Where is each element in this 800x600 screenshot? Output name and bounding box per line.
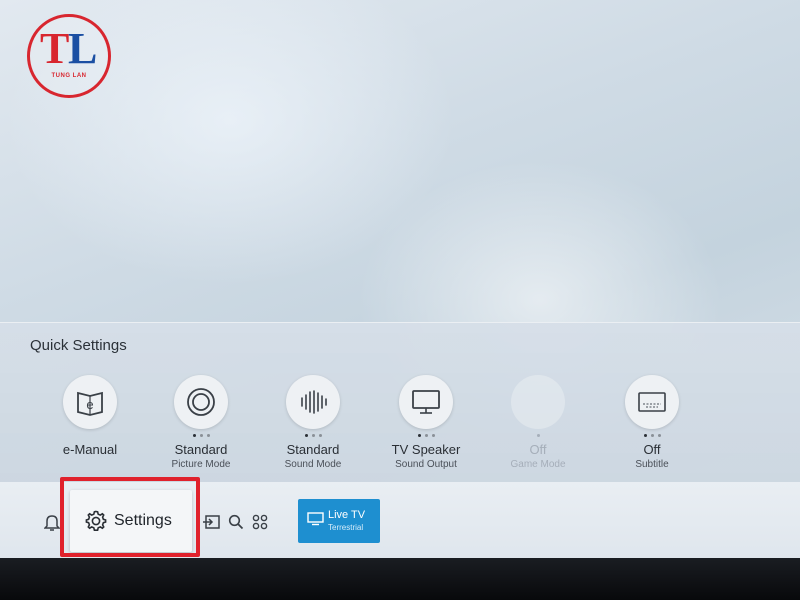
live-tv-tile[interactable]: Live TV Terrestrial	[298, 499, 380, 543]
quick-setting-e-manual[interactable]: e e-Manual	[35, 375, 145, 458]
logo-letter-t: T	[40, 24, 70, 73]
quick-setting-sound-output[interactable]: TV Speaker Sound Output	[371, 375, 481, 471]
quick-settings-title: Quick Settings	[30, 337, 127, 354]
option-dot	[192, 434, 196, 437]
quick-setting-sub: Sound Output	[395, 459, 457, 470]
logo-letter-l: L	[68, 24, 98, 73]
book-icon: e	[63, 375, 117, 429]
quick-setting-sub: Sound Mode	[284, 459, 342, 470]
option-dot	[536, 434, 540, 437]
quick-setting-sub: Game Mode	[510, 459, 566, 470]
quick-setting-subtitle[interactable]: Off Subtitle	[597, 375, 707, 471]
quick-setting-picture-mode[interactable]: Standard Picture Mode	[146, 375, 256, 471]
quick-settings-panel: Quick Settings e e-Manual Standard Pictu…	[0, 322, 800, 483]
option-dots	[371, 434, 481, 440]
option-dot	[304, 434, 308, 437]
option-dot	[417, 434, 421, 437]
quick-setting-sub: Subtitle	[635, 459, 669, 470]
option-dot	[318, 434, 322, 437]
quick-setting-label: Standard	[286, 442, 340, 457]
tv-icon	[307, 512, 324, 526]
quick-setting-label: e-Manual	[62, 442, 118, 457]
quick-setting-label: Off	[643, 442, 661, 457]
option-dot	[206, 434, 210, 437]
live-tv-sub: Terrestrial	[328, 523, 364, 532]
option-dots	[483, 434, 593, 440]
quick-setting-game-mode: Off Game Mode	[483, 375, 593, 471]
quick-setting-label: Standard	[174, 442, 228, 457]
live-tv-title: Live TV	[328, 509, 366, 521]
settings-highlight-box	[60, 477, 200, 557]
svg-text:e: e	[86, 397, 93, 412]
option-dot	[650, 434, 654, 437]
tv-speaker-icon	[399, 375, 453, 429]
option-dot	[199, 434, 203, 437]
subtitle-icon	[625, 375, 679, 429]
apps-icon[interactable]	[250, 512, 270, 532]
tv-screen: T L TUNG LAN Quick Settings e e-Manual S…	[0, 0, 800, 560]
option-dots	[258, 434, 368, 440]
notification-bell-icon[interactable]	[42, 512, 62, 532]
option-dot	[643, 434, 647, 437]
picture-mode-icon	[174, 375, 228, 429]
quick-setting-label: Off	[529, 442, 547, 457]
quick-setting-sound-mode[interactable]: Standard Sound Mode	[258, 375, 368, 471]
quick-setting-sub: Picture Mode	[171, 459, 231, 470]
logo-text: TUNG LAN	[51, 73, 87, 79]
option-dot	[657, 434, 661, 437]
tv-bezel	[0, 558, 800, 600]
search-icon[interactable]	[226, 512, 246, 532]
source-icon[interactable]	[201, 512, 221, 532]
option-dot	[311, 434, 315, 437]
game-mode-icon	[511, 375, 565, 429]
option-dot	[424, 434, 428, 437]
option-dots	[35, 434, 145, 440]
quick-setting-label: TV Speaker	[391, 442, 461, 457]
option-dots	[597, 434, 707, 440]
option-dot	[431, 434, 435, 437]
brand-logo: T L TUNG LAN	[27, 14, 111, 98]
sound-mode-icon	[286, 375, 340, 429]
option-dots	[146, 434, 256, 440]
